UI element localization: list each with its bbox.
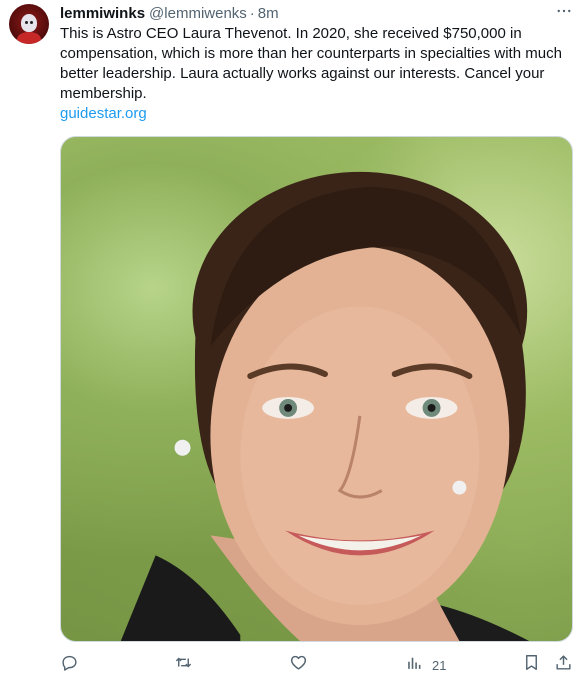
bookmark-icon bbox=[522, 653, 541, 677]
tweet-text: This is Astro CEO Laura Thevenot. In 202… bbox=[60, 25, 562, 102]
retweet-icon bbox=[174, 653, 193, 677]
share-button[interactable] bbox=[554, 652, 573, 678]
reply-icon bbox=[60, 653, 79, 677]
tweet-link[interactable]: guidestar.org bbox=[60, 104, 147, 124]
display-name[interactable]: lemmiwinks bbox=[60, 5, 145, 22]
retweet-button[interactable] bbox=[174, 652, 193, 678]
reply-button[interactable] bbox=[60, 652, 79, 678]
avatar-face bbox=[21, 14, 37, 32]
separator-dot: · bbox=[249, 4, 255, 22]
views-count: 21 bbox=[432, 657, 447, 673]
views-icon bbox=[405, 653, 424, 677]
tweet-actions: 21 bbox=[60, 652, 574, 678]
avatar[interactable] bbox=[9, 4, 49, 44]
portrait-illustration bbox=[120, 171, 530, 641]
tweet-header: lemmiwinks @lemmiwenks · 8m bbox=[60, 3, 554, 23]
tweet-photo[interactable] bbox=[60, 136, 573, 642]
views-button[interactable]: 21 bbox=[405, 652, 446, 678]
avatar-collar bbox=[17, 32, 41, 44]
bookmark-button[interactable] bbox=[522, 652, 541, 678]
timestamp[interactable]: 8m bbox=[258, 5, 279, 22]
like-icon bbox=[289, 653, 308, 677]
tweet[interactable]: lemmiwinks @lemmiwenks · 8m This is Astr… bbox=[0, 0, 584, 688]
share-icon bbox=[554, 653, 573, 677]
like-button[interactable] bbox=[289, 652, 308, 678]
user-handle[interactable]: @lemmiwenks bbox=[149, 5, 247, 22]
more-horizontal-icon[interactable] bbox=[554, 2, 574, 20]
